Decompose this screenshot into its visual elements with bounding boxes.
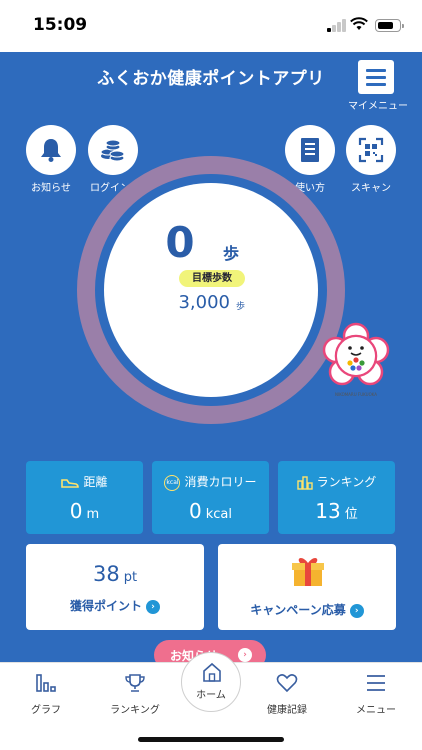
campaign-link[interactable]: キャンペーン応募 ›: [218, 601, 396, 618]
trophy-icon: [125, 674, 145, 692]
battery-level: [377, 21, 393, 29]
points-link[interactable]: 獲得ポイント ›: [26, 597, 204, 614]
howto-button[interactable]: [285, 125, 335, 175]
bar-chart-icon: [36, 674, 56, 692]
calories-unit: kcal: [205, 507, 232, 522]
scan-label: スキャン: [351, 183, 391, 194]
mascot-caption: NIKOMARU FUKUOKA: [335, 392, 377, 397]
calories-value: 0: [189, 499, 202, 523]
home-icon: [203, 662, 221, 682]
buildings-icon: [296, 475, 313, 490]
points-value: 38: [92, 562, 120, 586]
goal-value: 3,000: [178, 292, 230, 313]
document-icon: [301, 138, 319, 162]
calories-card[interactable]: kcal 消費カロリー 0 kcal: [152, 461, 269, 534]
signal-icon: [327, 19, 347, 32]
step-counter-circle[interactable]: [104, 183, 318, 397]
distance-value: 0: [69, 499, 83, 523]
login-points-button[interactable]: [88, 125, 138, 175]
kcal-icon: kcal: [164, 474, 181, 491]
distance-unit: m: [86, 507, 100, 522]
nav-home[interactable]: ホーム: [181, 652, 241, 712]
steps-value: 0: [165, 218, 195, 267]
chevron-right-icon: ›: [238, 648, 252, 662]
nav-graph[interactable]: グラフ: [4, 673, 88, 716]
chevron-right-icon: ›: [146, 599, 160, 614]
status-bar: 15:09: [0, 0, 422, 52]
nav-home-label: ホーム: [196, 690, 226, 701]
goal-badge: 目標歩数: [179, 270, 245, 287]
mascot-image: [322, 322, 390, 386]
battery-icon: [375, 19, 404, 32]
qr-scan-icon: [358, 137, 384, 163]
bell-icon: [41, 139, 61, 162]
nav-menu[interactable]: メニュー: [334, 673, 418, 716]
distance-card[interactable]: 距離 0m: [26, 461, 143, 534]
nav-health-label: 健康記録: [267, 705, 307, 716]
shoe-icon: [61, 478, 80, 488]
ranking-card[interactable]: ランキング 13 位: [278, 461, 395, 534]
nav-graph-label: グラフ: [31, 705, 61, 716]
coins-icon: [100, 139, 125, 162]
heart-icon: [276, 674, 298, 693]
campaign-link-label: キャンペーン応募: [250, 603, 346, 617]
campaign-card[interactable]: キャンペーン応募 ›: [218, 544, 396, 630]
chevron-right-icon: ›: [349, 603, 364, 618]
goal-unit: 歩: [236, 302, 246, 312]
points-link-label: 獲得ポイント: [69, 599, 142, 613]
my-menu-button[interactable]: [358, 60, 394, 94]
scan-button[interactable]: [346, 125, 396, 175]
distance-label: 距離: [83, 475, 108, 489]
mascot-nikomaru: NIKOMARU FUKUOKA: [322, 322, 390, 402]
steps-unit: 歩: [223, 244, 240, 263]
points-card[interactable]: 38 pt 獲得ポイント ›: [26, 544, 204, 630]
ranking-unit: 位: [344, 507, 358, 522]
home-indicator: [138, 737, 284, 742]
notice-button[interactable]: [26, 125, 76, 175]
ranking-value: 13: [315, 499, 341, 523]
nav-ranking[interactable]: ランキング: [93, 673, 177, 716]
hamburger-icon: [367, 675, 385, 691]
gift-icon: [292, 558, 324, 586]
my-menu-label: マイメニュー: [348, 101, 408, 112]
points-unit: pt: [123, 570, 138, 585]
ranking-label: ランキング: [316, 475, 377, 489]
calories-label: 消費カロリー: [184, 475, 257, 489]
nav-menu-label: メニュー: [356, 705, 396, 716]
status-time: 15:09: [33, 15, 88, 35]
nav-ranking-label: ランキング: [110, 705, 160, 716]
wifi-icon: [350, 17, 368, 30]
nav-health-record[interactable]: 健康記録: [245, 673, 329, 716]
